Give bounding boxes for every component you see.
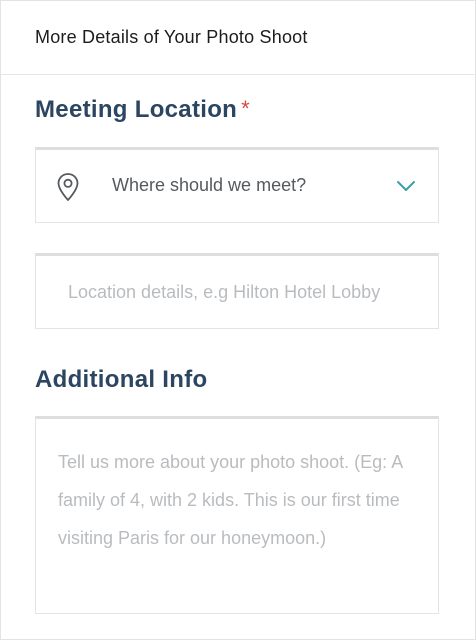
location-details-input[interactable] [36,256,438,328]
meeting-location-label-text: Meeting Location [35,96,238,123]
required-asterisk: * [241,96,251,121]
location-details-field[interactable] [35,253,439,329]
meeting-location-label: Meeting Location * [35,96,250,124]
additional-info-label: Additional Info [35,366,208,393]
card-header: More Details of Your Photo Shoot [1,1,475,75]
additional-info-textarea[interactable] [36,419,438,613]
photo-shoot-details-card: More Details of Your Photo Shoot Meeting… [0,0,476,640]
card-title: More Details of Your Photo Shoot [35,27,308,47]
chevron-down-icon[interactable] [396,180,416,192]
map-pin-icon [57,173,79,201]
meeting-location-select-value: Where should we meet? [112,175,307,195]
meeting-location-select[interactable]: Where should we meet? [35,147,439,223]
additional-info-field[interactable] [35,416,439,614]
